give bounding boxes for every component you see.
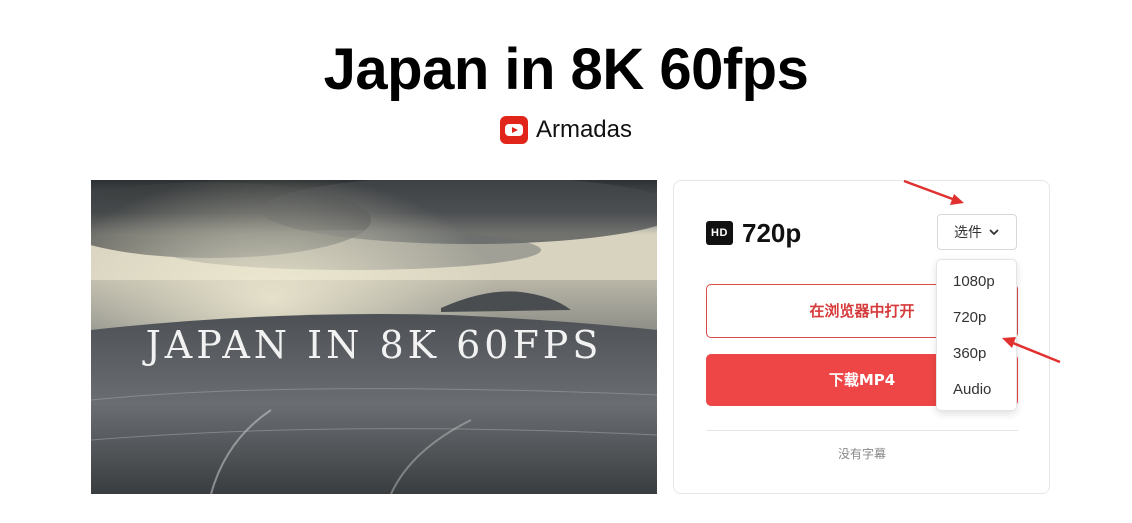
video-title: Japan in 8K 60fps <box>323 37 809 102</box>
youtube-icon <box>499 116 528 144</box>
subtitles-note: 没有字幕 <box>837 447 886 461</box>
select-label: 选件 <box>954 225 982 241</box>
quality-select-button[interactable]: 选件 <box>937 214 1017 250</box>
dropdown-option-audio[interactable]: Audio <box>953 381 991 398</box>
video-thumbnail[interactable]: JAPAN IN 8K 60FPS <box>91 180 657 494</box>
quality-dropdown-menu: 1080p 720p 360p Audio <box>936 259 1017 411</box>
thumbnail-title-text: JAPAN IN 8K 60FPS <box>142 323 603 367</box>
channel-row: Armadas <box>0 116 1132 144</box>
dropdown-option-720p[interactable]: 720p <box>953 309 986 326</box>
channel-name[interactable]: Armadas <box>536 116 632 144</box>
selected-quality: 720p <box>742 218 802 248</box>
thumbnail-image: JAPAN IN 8K 60FPS <box>91 180 657 494</box>
dropdown-option-1080p[interactable]: 1080p <box>953 273 995 290</box>
divider <box>706 430 1018 431</box>
chevron-down-icon <box>989 229 999 235</box>
hd-icon: HD <box>706 221 733 245</box>
dropdown-option-360p[interactable]: 360p <box>953 345 986 362</box>
